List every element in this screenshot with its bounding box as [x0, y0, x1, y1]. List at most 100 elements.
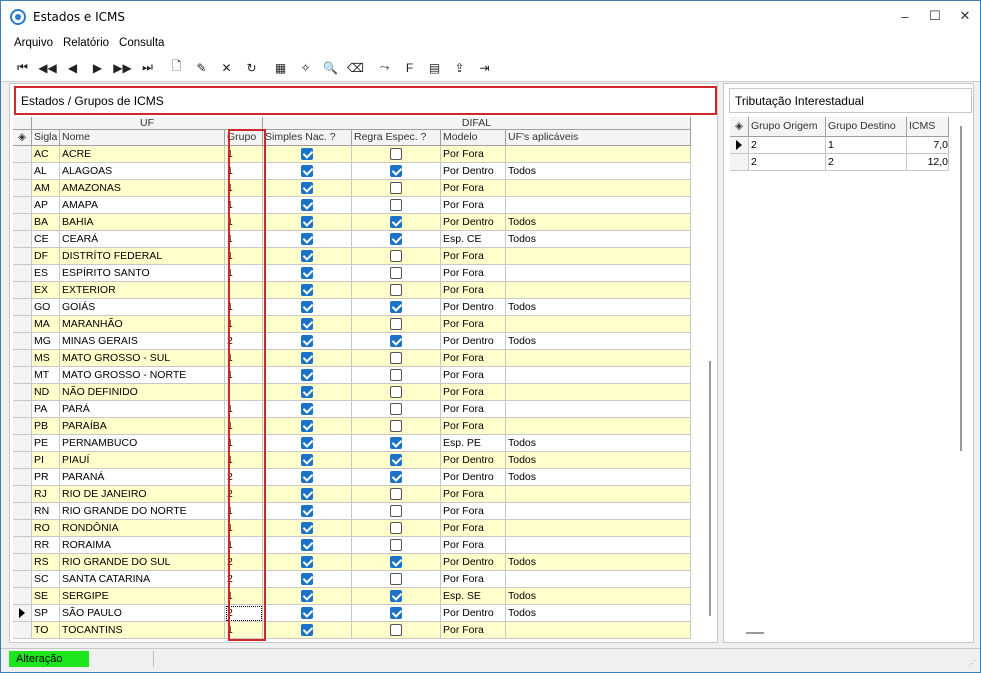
cell-sigla[interactable]: EX	[32, 282, 60, 299]
table-row[interactable]: PA PARÁ 1 Por Fora	[13, 401, 691, 418]
report-icon[interactable]: ▤	[422, 56, 447, 80]
cell-ufs[interactable]	[506, 350, 691, 367]
regra-checkbox[interactable]	[390, 420, 402, 432]
interstate-options-icon[interactable]: ◈	[730, 117, 749, 137]
col-grupo[interactable]: Grupo	[225, 130, 263, 146]
cell-nome[interactable]: PARAÍBA	[60, 418, 225, 435]
cell-nome[interactable]: SERGIPE	[60, 588, 225, 605]
regra-checkbox[interactable]	[390, 471, 402, 483]
simples-checkbox[interactable]	[301, 522, 313, 534]
cell-ufs[interactable]	[506, 401, 691, 418]
cell-simples[interactable]	[263, 605, 352, 622]
cell-grupo[interactable]: 2	[225, 486, 263, 503]
cell-ufs[interactable]	[506, 282, 691, 299]
table-row[interactable]: TO TOCANTINS 1 Por Fora	[13, 622, 691, 639]
table-row[interactable]: AM AMAZONAS 1 Por Fora	[13, 180, 691, 197]
cell-ufs[interactable]	[506, 146, 691, 163]
cell-regra[interactable]	[352, 333, 441, 350]
cell-modelo[interactable]: Por Fora	[441, 537, 506, 554]
cell-grupo[interactable]: 1	[225, 588, 263, 605]
cell-ufs[interactable]	[506, 316, 691, 333]
interstate-vscroll[interactable]	[960, 126, 962, 451]
cell-nome[interactable]: MATO GROSSO - SUL	[60, 350, 225, 367]
cell-nome[interactable]: MARANHÃO	[60, 316, 225, 333]
cell-modelo[interactable]: Por Fora	[441, 316, 506, 333]
cell-regra[interactable]	[352, 452, 441, 469]
cell-nome[interactable]: MATO GROSSO - NORTE	[60, 367, 225, 384]
export-icon[interactable]: ⇪	[447, 56, 472, 80]
edit-icon[interactable]: ✎	[189, 56, 214, 80]
table-row[interactable]: GO GOIÁS 1 Por Dentro Todos	[13, 299, 691, 316]
cell-icms[interactable]: 7,0	[907, 137, 949, 154]
regra-checkbox[interactable]	[390, 369, 402, 381]
cell-ufs[interactable]	[506, 503, 691, 520]
cell-regra[interactable]	[352, 163, 441, 180]
regra-checkbox[interactable]	[390, 199, 402, 211]
last-icon[interactable]: ⏭	[135, 56, 160, 80]
simples-checkbox[interactable]	[301, 505, 313, 517]
cell-simples[interactable]	[263, 469, 352, 486]
cell-regra[interactable]	[352, 503, 441, 520]
cell-simples[interactable]	[263, 146, 352, 163]
cell-sigla[interactable]: RR	[32, 537, 60, 554]
cell-modelo[interactable]: Esp. SE	[441, 588, 506, 605]
cell-grupo[interactable]: 1	[225, 435, 263, 452]
cell-ufs[interactable]: Todos	[506, 469, 691, 486]
table-row[interactable]: PB PARAÍBA 1 Por Fora	[13, 418, 691, 435]
cell-nome[interactable]: AMAPA	[60, 197, 225, 214]
cell-sigla[interactable]: PE	[32, 435, 60, 452]
table-row[interactable]: SP SÃO PAULO 2 Por Dentro Todos	[13, 605, 691, 622]
regra-checkbox[interactable]	[390, 437, 402, 449]
cell-simples[interactable]	[263, 571, 352, 588]
simples-checkbox[interactable]	[301, 233, 313, 245]
cell-sigla[interactable]: MS	[32, 350, 60, 367]
table-row[interactable]: MA MARANHÃO 1 Por Fora	[13, 316, 691, 333]
cell-grupo[interactable]: 2	[225, 554, 263, 571]
table-row[interactable]: MS MATO GROSSO - SUL 1 Por Fora	[13, 350, 691, 367]
table-row[interactable]: ND NÃO DEFINIDO Por Fora	[13, 384, 691, 401]
cell-simples[interactable]	[263, 367, 352, 384]
cell-ufs[interactable]: Todos	[506, 452, 691, 469]
cell-grupo[interactable]: 1	[225, 248, 263, 265]
cell-nome[interactable]: RORAIMA	[60, 537, 225, 554]
cell-ufs[interactable]: Todos	[506, 588, 691, 605]
filter-icon[interactable]: F	[397, 56, 422, 80]
cell-nome[interactable]: GOIÁS	[60, 299, 225, 316]
cell-simples[interactable]	[263, 486, 352, 503]
grid-scrollbar[interactable]	[709, 361, 711, 616]
cell-regra[interactable]	[352, 537, 441, 554]
prior-page-icon[interactable]: ◀◀	[35, 56, 60, 80]
simples-checkbox[interactable]	[301, 488, 313, 500]
cell-modelo[interactable]: Por Fora	[441, 180, 506, 197]
simples-checkbox[interactable]	[301, 165, 313, 177]
cell-regra[interactable]	[352, 316, 441, 333]
cell-ufs[interactable]	[506, 265, 691, 282]
cell-sigla[interactable]: RS	[32, 554, 60, 571]
col-grupo-destino[interactable]: Grupo Destino	[826, 117, 907, 137]
table-row[interactable]: PI PIAUÍ 1 Por Dentro Todos	[13, 452, 691, 469]
cell-grupo[interactable]: 1	[225, 316, 263, 333]
cell-grupo[interactable]: 1	[225, 350, 263, 367]
cell-ufs[interactable]: Todos	[506, 435, 691, 452]
cell-ufs[interactable]: Todos	[506, 605, 691, 622]
cell-nome[interactable]: AMAZONAS	[60, 180, 225, 197]
col-ufs[interactable]: UF's aplicáveis	[506, 130, 691, 146]
cell-modelo[interactable]: Por Fora	[441, 350, 506, 367]
regra-checkbox[interactable]	[390, 556, 402, 568]
regra-checkbox[interactable]	[390, 573, 402, 585]
cell-sigla[interactable]: MA	[32, 316, 60, 333]
cell-grupo-destino[interactable]: 2	[826, 154, 907, 171]
menu-relatorio[interactable]: Relatório	[63, 37, 109, 49]
table-row[interactable]: BA BAHIA 1 Por Dentro Todos	[13, 214, 691, 231]
cell-sigla[interactable]: SE	[32, 588, 60, 605]
regra-checkbox[interactable]	[390, 284, 402, 296]
table-row[interactable]: ES ESPÍRITO SANTO 1 Por Fora	[13, 265, 691, 282]
cell-regra[interactable]	[352, 401, 441, 418]
cell-regra[interactable]	[352, 418, 441, 435]
cell-regra[interactable]	[352, 435, 441, 452]
cell-modelo[interactable]: Por Fora	[441, 520, 506, 537]
cell-sigla[interactable]: PA	[32, 401, 60, 418]
cell-simples[interactable]	[263, 537, 352, 554]
cell-ufs[interactable]: Todos	[506, 163, 691, 180]
simples-checkbox[interactable]	[301, 386, 313, 398]
